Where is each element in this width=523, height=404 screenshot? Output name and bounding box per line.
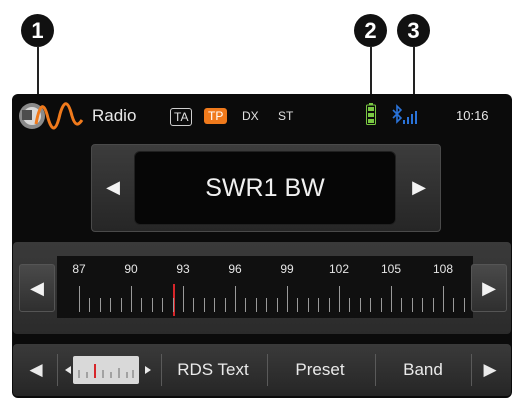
battery-icon [366, 103, 376, 125]
right-arrow-icon: ▶ [482, 277, 496, 298]
scale-tick [401, 298, 403, 312]
left-arrow-icon: ◀ [106, 176, 120, 197]
right-arrow-icon: ▶ [483, 360, 497, 379]
scale-tick [443, 286, 444, 312]
tp-indicator: TP [204, 108, 228, 124]
scale-tick [370, 298, 372, 312]
band-button[interactable]: Band [377, 350, 469, 390]
scale-tick [463, 298, 465, 312]
dx-indicator: DX [242, 109, 259, 123]
callout-1: 1 [21, 14, 54, 47]
preset-button[interactable]: Preset [269, 350, 371, 390]
scale-tick [131, 286, 132, 312]
tune-up-button[interactable]: ▶ [471, 264, 507, 312]
previous-station-button[interactable]: ◀ [98, 167, 128, 207]
scale-label: 93 [176, 262, 190, 276]
scale-tick [151, 298, 153, 312]
scale-tick [432, 298, 434, 312]
scale-tick [193, 298, 195, 312]
frequency-scale[interactable]: 87 90 93 96 99 102 105 108 [57, 256, 473, 318]
mini-scale-icon [65, 356, 151, 384]
radio-app-icon[interactable] [16, 98, 88, 132]
scale-tick [203, 298, 205, 312]
rds-text-button[interactable]: RDS Text [163, 350, 263, 390]
scale-tick [235, 286, 236, 312]
scale-tick [276, 298, 278, 312]
scale-label: 90 [124, 262, 138, 276]
station-name: SWR1 BW [205, 173, 325, 202]
scale-tick [99, 298, 101, 312]
st-indicator: ST [278, 109, 294, 123]
scale-tick [214, 298, 216, 312]
next-station-button[interactable]: ▶ [404, 167, 434, 207]
callout-2: 2 [354, 14, 387, 47]
scale-label: 102 [328, 262, 350, 276]
scale-tick [89, 298, 91, 312]
station-name-display: SWR1 BW [134, 151, 396, 225]
scale-tick [349, 298, 351, 312]
bottom-next-button[interactable]: ▶ [473, 350, 507, 390]
scale-tick [224, 298, 226, 312]
divider [471, 354, 472, 386]
scale-tick [120, 298, 122, 312]
scale-tick [245, 298, 247, 312]
scale-tick [287, 286, 288, 312]
callout-3: 3 [397, 14, 430, 47]
scale-label: 99 [280, 262, 294, 276]
clock: 10:16 [456, 108, 489, 123]
left-arrow-icon: ◀ [29, 360, 43, 379]
scale-tick [297, 298, 299, 312]
divider [267, 354, 268, 386]
scale-tick [318, 298, 320, 312]
scale-tick [411, 298, 413, 312]
ta-indicator: TA [170, 108, 193, 126]
scale-label: 96 [228, 262, 242, 276]
scale-tick [391, 286, 392, 312]
scale-tick [172, 298, 174, 312]
scale-tick [79, 286, 80, 312]
scale-tick [422, 298, 424, 312]
scale-tick [162, 298, 164, 312]
scale-tick [141, 298, 143, 312]
scale-label: 105 [380, 262, 402, 276]
bluetooth-signal-icon [392, 104, 417, 124]
scale-label: 87 [72, 262, 86, 276]
scale-tick [453, 298, 455, 312]
scan-button[interactable] [61, 350, 155, 390]
scale-tick [183, 286, 184, 312]
scale-tick [380, 298, 382, 312]
station-panel: ◀ SWR1 BW ▶ [91, 144, 441, 232]
status-bar: Radio TA TP DX ST 10:16 [12, 94, 512, 136]
tune-down-button[interactable]: ◀ [19, 264, 55, 312]
scale-tick [359, 298, 361, 312]
radio-screen: Radio TA TP DX ST 10:16 ◀ SWR1 BW ▶ ◀ 87… [12, 94, 512, 398]
scale-tick [266, 298, 268, 312]
divider [161, 354, 162, 386]
scale-tick [339, 286, 340, 312]
bottom-bar: ◀ RDS Text Preset Band ▶ [13, 344, 511, 396]
divider [57, 354, 58, 386]
scale-tick [328, 298, 330, 312]
tuner-panel: ◀ 87 90 93 96 99 102 105 108 ▶ [13, 242, 511, 334]
bottom-prev-button[interactable]: ◀ [19, 350, 53, 390]
divider [375, 354, 376, 386]
scale-tick [307, 298, 309, 312]
scale-label: 108 [432, 262, 454, 276]
right-arrow-icon: ▶ [412, 176, 426, 197]
scale-tick [110, 298, 112, 312]
app-title: Radio [92, 106, 137, 125]
scale-tick [255, 298, 257, 312]
left-arrow-icon: ◀ [30, 277, 44, 298]
